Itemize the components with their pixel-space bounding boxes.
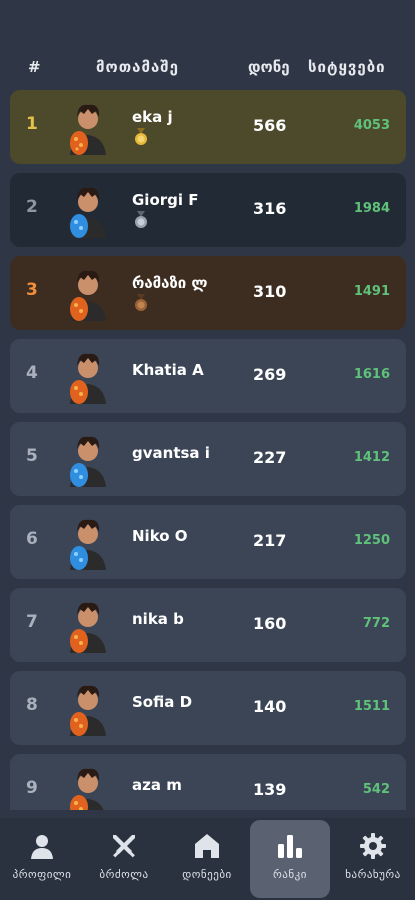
player-level: 566 <box>253 116 287 135</box>
player-name: Niko O <box>132 527 188 545</box>
leaderboard-row[interactable]: 4 Khatia A 269 1616 <box>10 339 406 413</box>
player-avatar <box>70 436 106 487</box>
leaderboard-list[interactable]: 1 eka j 566 4053 2 Giorgi F 316 1984 3 რ… <box>0 0 415 810</box>
row-rank: 7 <box>26 612 38 632</box>
gear-icon <box>360 833 386 859</box>
gold-medal-icon <box>135 128 147 145</box>
player-level: 227 <box>253 448 287 467</box>
nav-battle[interactable]: ბრძოლა <box>84 820 164 898</box>
leaderboard-row[interactable]: 2 Giorgi F 316 1984 <box>10 173 406 247</box>
player-name: aza m <box>132 776 182 794</box>
leaderboard-row[interactable]: 3 რამაზი ლ 310 1491 <box>10 256 406 330</box>
swords-icon <box>113 835 135 858</box>
home-icon <box>195 834 219 858</box>
player-level: 160 <box>253 614 287 633</box>
player-name: nika b <box>132 610 184 628</box>
nav-profile[interactable]: პროფილი <box>2 820 82 898</box>
nav-settings[interactable]: ხარახურა <box>333 820 413 898</box>
nav-label: დონეები <box>182 868 232 881</box>
silver-medal-icon <box>135 211 147 228</box>
row-rank: 4 <box>26 363 38 383</box>
leaderboard-row[interactable]: 5 gvantsa i 227 1412 <box>10 422 406 496</box>
leaderboard-row[interactable]: 6 Niko O 217 1250 <box>10 505 406 579</box>
player-name: gvantsa i <box>132 444 210 462</box>
nav-ranking[interactable]: რანკი <box>250 820 330 898</box>
player-words: 542 <box>362 782 390 797</box>
player-avatar <box>70 768 104 810</box>
nav-levels[interactable]: დონეები <box>167 820 247 898</box>
player-words: 4053 <box>353 118 390 133</box>
leaderboard-row[interactable]: 8 Sofia D 140 1511 <box>10 671 406 745</box>
player-words: 1250 <box>353 533 390 548</box>
player-words: 1511 <box>353 699 390 714</box>
row-rank: 5 <box>26 446 38 466</box>
nav-label: ხარახურა <box>345 868 401 881</box>
leaderboard-row[interactable]: 1 eka j 566 4053 <box>10 90 406 164</box>
nav-label: ბრძოლა <box>99 868 149 881</box>
row-rank: 6 <box>26 529 38 549</box>
player-name: Sofia D <box>132 693 193 711</box>
player-avatar <box>70 270 106 321</box>
player-avatar <box>70 685 106 736</box>
player-name: Giorgi F <box>132 191 199 209</box>
profile-icon <box>31 835 53 859</box>
bronze-medal-icon <box>135 294 147 311</box>
player-words: 1491 <box>353 284 390 299</box>
row-rank: 1 <box>26 114 38 134</box>
leaderboard-row[interactable]: 7 nika b 160 772 <box>10 588 406 662</box>
row-rank: 3 <box>26 280 38 300</box>
player-level: 139 <box>253 780 287 799</box>
player-name: Khatia A <box>132 361 204 379</box>
nav-label: პროფილი <box>12 868 72 881</box>
player-level: 316 <box>253 199 287 218</box>
player-words: 1412 <box>353 450 390 465</box>
player-name: eka j <box>132 108 173 126</box>
nav-label: რანკი <box>273 868 307 881</box>
bottom-navigation: პროფილი ბრძოლა დონეები რანკი ხარახურა <box>0 818 415 900</box>
player-level: 269 <box>253 365 287 384</box>
leaderboard-row[interactable]: 9 aza m 139 542 <box>10 754 406 810</box>
player-avatar <box>70 104 106 155</box>
player-avatar <box>70 187 106 238</box>
player-level: 217 <box>253 531 287 550</box>
ranking-icon <box>278 835 302 858</box>
row-rank: 2 <box>26 197 38 217</box>
player-level: 140 <box>253 697 287 716</box>
player-name: რამაზი ლ <box>132 274 208 292</box>
player-avatar <box>70 353 106 404</box>
player-words: 1616 <box>353 367 390 382</box>
row-rank: 8 <box>26 695 38 715</box>
player-words: 1984 <box>353 201 390 216</box>
player-words: 772 <box>362 616 390 631</box>
player-avatar <box>70 602 106 653</box>
row-rank: 9 <box>26 778 38 798</box>
player-level: 310 <box>253 282 287 301</box>
player-avatar <box>70 519 106 570</box>
